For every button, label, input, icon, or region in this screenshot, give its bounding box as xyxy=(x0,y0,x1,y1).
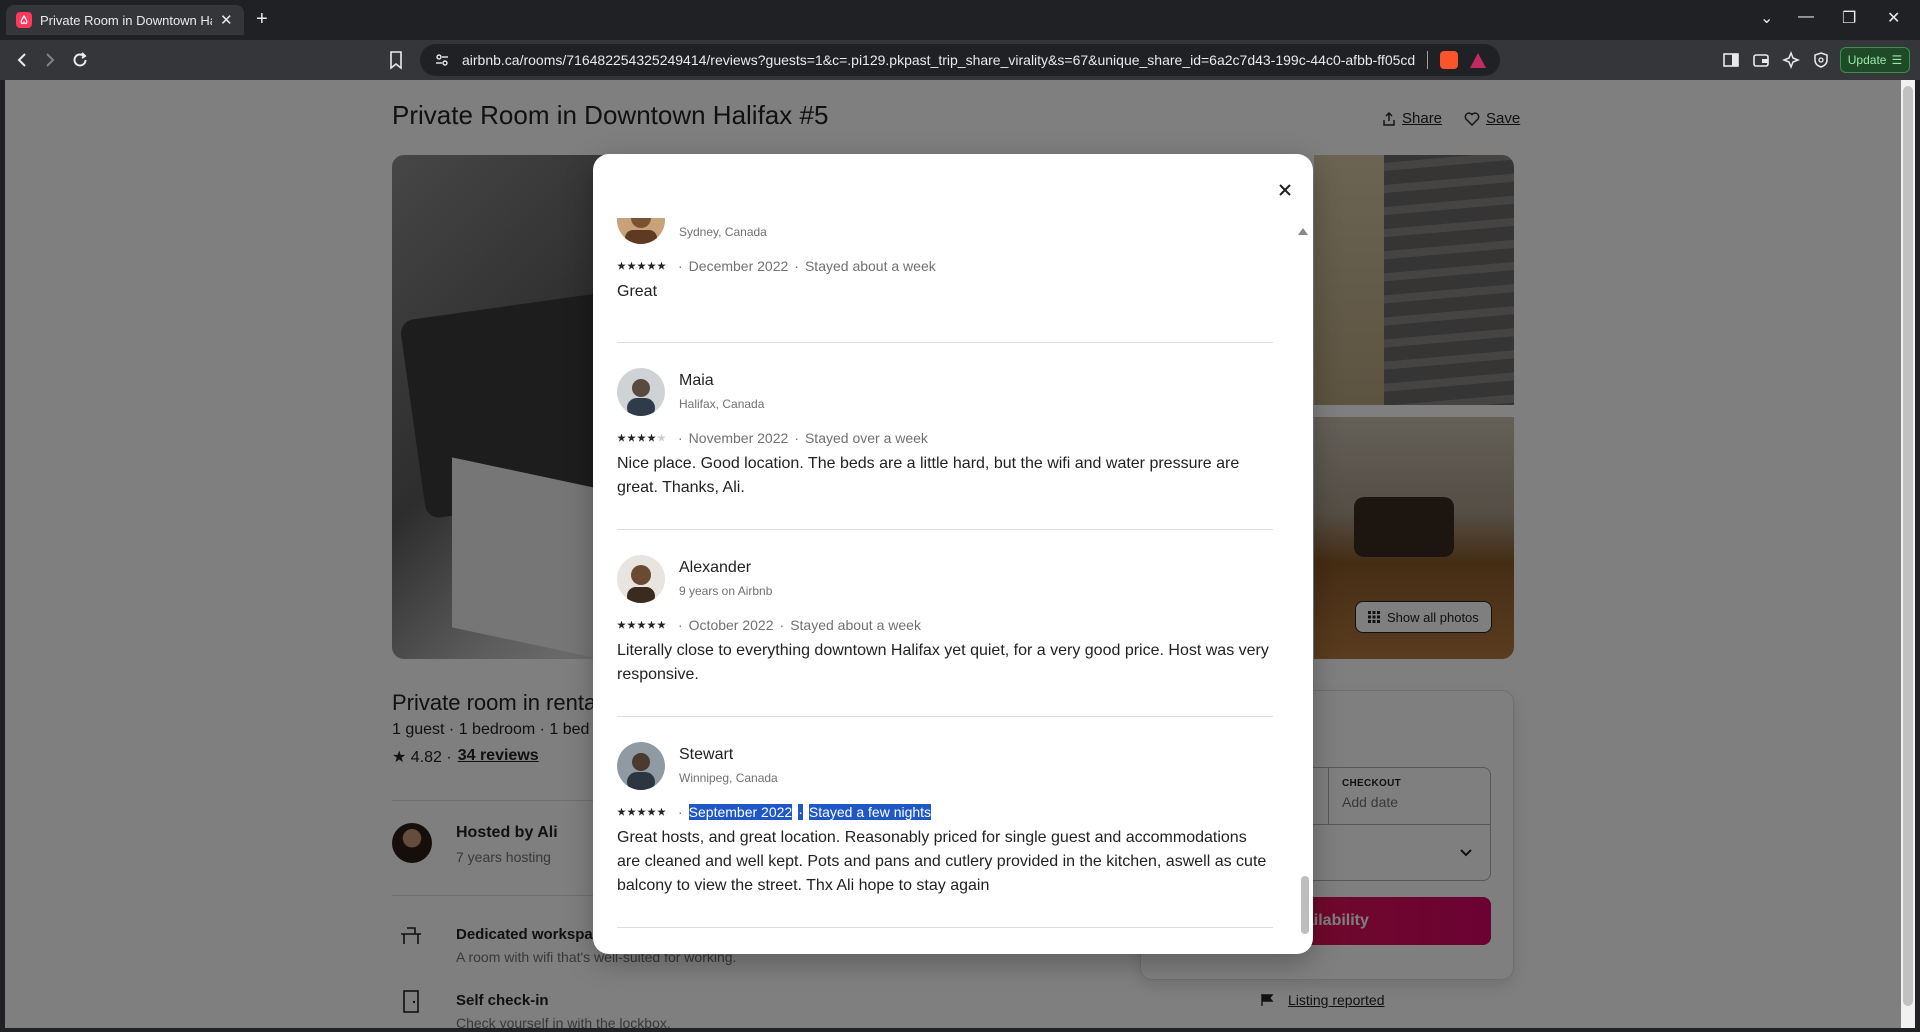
star-icon xyxy=(657,807,666,816)
tab-search-chevron-icon[interactable]: ⌄ xyxy=(1760,8,1773,28)
reload-icon[interactable] xyxy=(70,50,90,70)
review-divider xyxy=(617,529,1273,530)
review-meta: · November 2022 · Stayed over a week xyxy=(617,430,928,446)
reviewer-location: Halifax, Canada xyxy=(679,397,765,411)
review-stay: Stayed over a week xyxy=(804,430,928,446)
star-icon xyxy=(617,261,626,270)
review-text: Literally close to everything downtown H… xyxy=(617,642,1269,683)
reviewer-name: Stewart xyxy=(679,746,734,763)
rating-stars xyxy=(617,433,666,443)
star-icon xyxy=(657,261,666,270)
url-text: airbnb.ca/rooms/716482254325249414/revie… xyxy=(462,52,1416,68)
review-text: Great xyxy=(617,283,658,300)
review-stay: Stayed about a week xyxy=(804,258,936,274)
reviewer-avatar[interactable] xyxy=(617,742,665,790)
review-divider xyxy=(617,927,1273,928)
reviewer-avatar[interactable] xyxy=(617,555,665,603)
review-item: Stewart Winnipeg, Canada · September 202… xyxy=(617,742,1273,922)
airbnb-favicon-icon xyxy=(16,12,32,28)
star-icon xyxy=(647,433,656,442)
review-text: Nice place. Good location. The beds are … xyxy=(617,455,1240,496)
back-icon[interactable] xyxy=(12,50,32,70)
site-settings-icon[interactable] xyxy=(434,52,450,68)
close-icon[interactable] xyxy=(1269,174,1301,206)
star-icon xyxy=(617,433,626,442)
star-icon xyxy=(657,433,666,442)
brave-shield-icon[interactable] xyxy=(1440,51,1459,69)
review-divider xyxy=(617,342,1273,343)
review-date: December 2022 xyxy=(688,258,789,274)
url-separator xyxy=(1427,51,1429,69)
star-icon xyxy=(647,807,656,816)
address-bar[interactable]: airbnb.ca/rooms/716482254325249414/revie… xyxy=(420,44,1500,76)
star-icon xyxy=(627,807,636,816)
browser-toolbar: airbnb.ca/rooms/716482254325249414/revie… xyxy=(0,40,1920,80)
reviewer-avatar[interactable] xyxy=(617,218,665,244)
window-close-icon[interactable]: ✕ xyxy=(1887,8,1900,28)
star-icon xyxy=(637,433,646,442)
star-icon xyxy=(627,433,636,442)
rating-stars xyxy=(617,620,666,630)
review-item: Sydney, Canada · December 2022 · Stayed … xyxy=(617,218,1273,316)
tab-title: Private Room in Downtown Halif xyxy=(40,12,212,28)
review-text: Great hosts, and great location. Reasona… xyxy=(617,829,1267,894)
review-item: Alexander 9 years on Airbnb · October 20… xyxy=(617,555,1273,715)
page-scrollbar-thumb[interactable] xyxy=(1903,86,1913,1006)
reviewer-name: Alexander xyxy=(679,559,752,576)
new-tab-icon[interactable]: + xyxy=(256,8,268,31)
brave-rewards-icon[interactable] xyxy=(1470,52,1487,68)
browser-tab[interactable]: Private Room in Downtown Halif ✕ xyxy=(6,5,244,35)
star-icon xyxy=(617,807,626,816)
menu-icon: ☰ xyxy=(1891,53,1903,67)
star-icon xyxy=(637,620,646,629)
review-meta: · October 2022 · Stayed about a week xyxy=(617,617,921,633)
sidebar-icon[interactable] xyxy=(1722,51,1740,69)
wallet-icon[interactable] xyxy=(1752,51,1770,69)
reviews-modal: Sydney, Canada · December 2022 · Stayed … xyxy=(593,154,1313,954)
star-icon xyxy=(647,261,656,270)
star-icon xyxy=(637,261,646,270)
reviewer-location: Winnipeg, Canada xyxy=(679,771,778,785)
star-icon xyxy=(657,620,666,629)
review-divider xyxy=(617,716,1273,717)
review-date: October 2022 xyxy=(688,617,774,633)
reviewer-avatar[interactable] xyxy=(617,368,665,416)
tab-close-icon[interactable]: ✕ xyxy=(220,11,233,29)
bookmark-icon[interactable] xyxy=(388,50,404,70)
star-icon xyxy=(637,807,646,816)
reviewer-location: 9 years on Airbnb xyxy=(679,584,773,598)
review-stay: Stayed a few nights xyxy=(808,804,932,820)
star-icon xyxy=(617,620,626,629)
rating-stars xyxy=(617,807,666,817)
reviewer-location: Sydney, Canada xyxy=(679,225,767,239)
reviews-list[interactable]: Sydney, Canada · December 2022 · Stayed … xyxy=(593,218,1313,954)
star-icon xyxy=(627,261,636,270)
review-meta: · December 2022 · Stayed about a week xyxy=(617,258,936,274)
leo-ai-icon[interactable] xyxy=(1782,51,1800,69)
star-icon xyxy=(627,620,636,629)
review-item: Maia Halifax, Canada · November 2022 · S… xyxy=(617,368,1273,528)
minimize-icon[interactable]: — xyxy=(1798,8,1814,26)
star-icon xyxy=(647,620,656,629)
update-button[interactable]: Update ☰ xyxy=(1840,47,1910,73)
review-meta: · September 2022 · Stayed a few nights xyxy=(617,804,932,820)
review-date: November 2022 xyxy=(688,430,789,446)
review-date: September 2022 xyxy=(688,804,793,820)
restore-icon[interactable]: ❐ xyxy=(1842,8,1856,28)
reviewer-name: Maia xyxy=(679,372,714,389)
review-stay: Stayed about a week xyxy=(790,617,921,633)
vpn-shield-icon[interactable] xyxy=(1812,51,1830,69)
update-label: Update xyxy=(1847,53,1887,67)
tab-strip: Private Room in Downtown Halif ✕ + ⌄ — ❐… xyxy=(0,0,1920,40)
rating-stars xyxy=(617,261,666,271)
forward-icon[interactable] xyxy=(40,50,60,70)
